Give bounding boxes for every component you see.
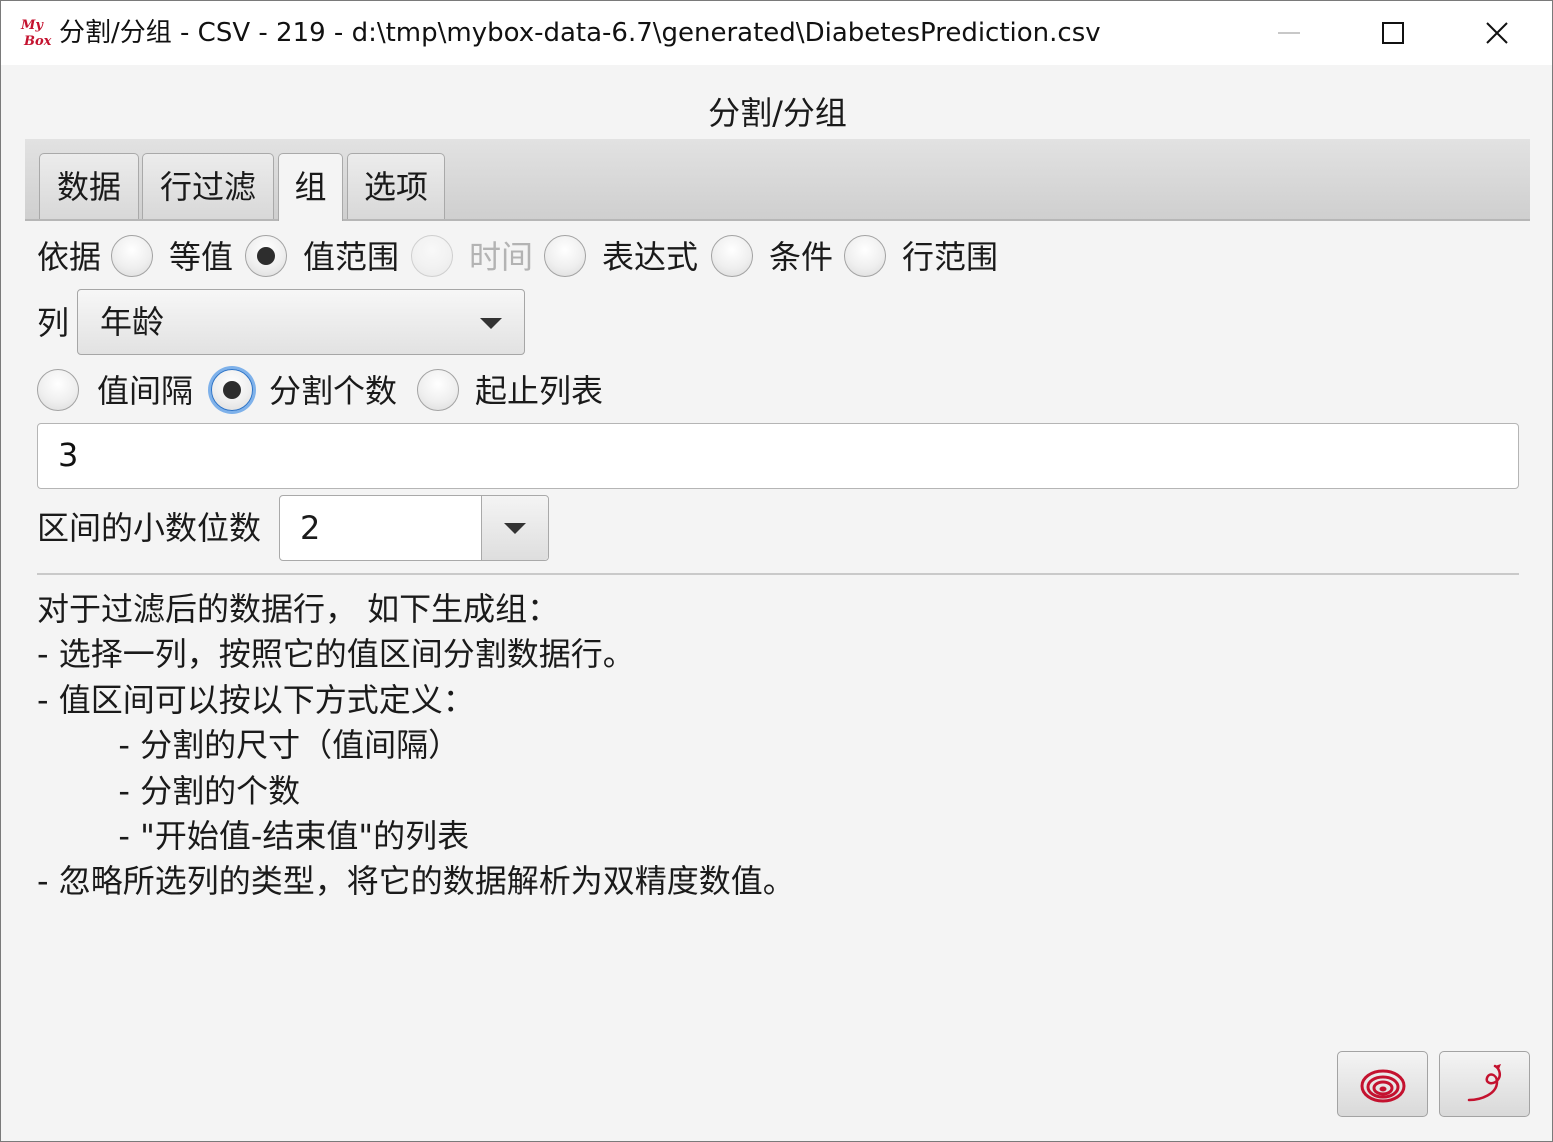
- tab-data[interactable]: 数据: [39, 153, 139, 219]
- main-window: My Box 分割/分组 - CSV - 219 - d:\tmp\mybox-…: [0, 0, 1553, 1142]
- column-label: 列: [37, 304, 70, 342]
- radio-time: [411, 235, 453, 277]
- radio-equal-value-label[interactable]: 等值: [169, 235, 233, 279]
- split-value-input[interactable]: [38, 424, 1498, 486]
- radio-value-interval-label[interactable]: 值间隔: [97, 369, 193, 413]
- description-line: - 分割的个数: [37, 771, 301, 810]
- chevron-down-icon: [480, 318, 502, 329]
- radio-row-range-label[interactable]: 行范围: [902, 235, 998, 279]
- radio-row-range[interactable]: [844, 235, 886, 277]
- description-line: - 忽略所选列的类型，将它的数据解析为双精度数值。: [37, 862, 795, 901]
- radio-split-count-label[interactable]: 分割个数: [269, 369, 397, 413]
- snake-icon: [1467, 1064, 1501, 1102]
- window-title: 分割/分组 - CSV - 219 - d:\tmp\mybox-data-6.…: [59, 18, 1101, 48]
- minimize-icon: [1278, 32, 1300, 34]
- tab-row-filter[interactable]: 行过滤: [142, 153, 274, 219]
- radio-split-count[interactable]: [211, 369, 253, 411]
- description-text: 对于过滤后的数据行， 如下生成组： - 选择一列，按照它的值区间分割数据行。 - 值…: [37, 587, 795, 905]
- maximize-button[interactable]: [1341, 1, 1445, 65]
- decimal-label: 区间的小数位数: [37, 509, 262, 547]
- description-line: - "开始值-结束值"的列表: [37, 817, 470, 856]
- split-value-field[interactable]: [37, 423, 1519, 489]
- swirl-icon: [1360, 1069, 1405, 1103]
- separator: [37, 573, 1519, 575]
- svg-text:My: My: [20, 18, 44, 33]
- svg-text:Box: Box: [23, 34, 52, 49]
- decimal-value: 2: [300, 509, 321, 547]
- minimize-button[interactable]: [1237, 1, 1341, 65]
- swirl-button[interactable]: [1337, 1051, 1428, 1117]
- maximize-icon: [1382, 22, 1404, 44]
- radio-value-range-label[interactable]: 值范围: [303, 235, 399, 279]
- radio-condition[interactable]: [711, 235, 753, 277]
- radio-equal-value[interactable]: [111, 235, 153, 277]
- app-logo-icon: My Box: [20, 18, 52, 49]
- radio-start-end-list[interactable]: [417, 369, 459, 411]
- tab-options[interactable]: 选项: [347, 153, 445, 219]
- tab-bar: 数据 行过滤 组 选项: [25, 139, 1530, 221]
- decimal-dropdown-button[interactable]: [481, 496, 548, 560]
- description-line: - 选择一列，按照它的值区间分割数据行。: [37, 635, 635, 674]
- radio-expression-label[interactable]: 表达式: [602, 235, 698, 279]
- panel-title: 分割/分组: [708, 94, 847, 132]
- tab-group[interactable]: 组: [278, 153, 343, 221]
- column-select-value: 年龄: [100, 303, 165, 341]
- radio-value-range[interactable]: [245, 235, 287, 277]
- snake-button[interactable]: [1439, 1051, 1530, 1117]
- basis-label: 依据: [37, 238, 102, 276]
- radio-time-label: 时间: [469, 238, 534, 276]
- radio-value-interval[interactable]: [37, 369, 79, 411]
- radio-condition-label[interactable]: 条件: [769, 235, 833, 279]
- description-line: - 值区间可以按以下方式定义：: [37, 680, 475, 719]
- radio-start-end-list-label[interactable]: 起止列表: [475, 369, 603, 413]
- description-line: - 分割的尺寸（值间隔）: [37, 726, 461, 765]
- description-line: 对于过滤后的数据行， 如下生成组：: [37, 590, 560, 628]
- title-bar[interactable]: My Box 分割/分组 - CSV - 219 - d:\tmp\mybox-…: [1, 1, 1552, 65]
- column-select[interactable]: 年龄: [77, 289, 525, 355]
- close-button[interactable]: [1445, 1, 1549, 65]
- close-icon: [1486, 22, 1508, 44]
- chevron-down-icon: [504, 523, 526, 534]
- radio-expression[interactable]: [544, 235, 586, 277]
- decimal-combo[interactable]: 2: [279, 495, 549, 561]
